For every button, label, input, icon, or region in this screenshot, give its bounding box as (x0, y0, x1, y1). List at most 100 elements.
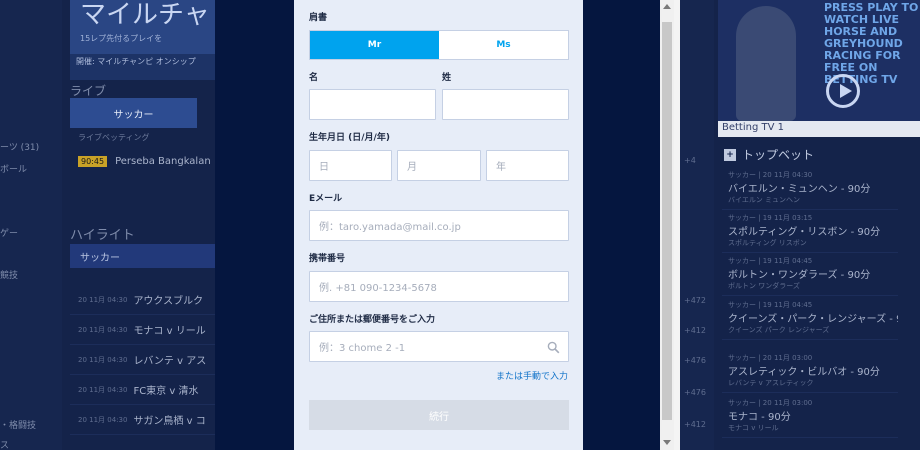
address-placeholder: 例：3 chome 2 -1 (319, 343, 406, 354)
match-row[interactable]: 20 11月 04:30 レバンテ v アス (70, 345, 215, 375)
odds-value[interactable]: +476 (684, 356, 706, 365)
title-option-mr[interactable]: Mr (310, 31, 439, 59)
match-time: 20 11月 04:30 (78, 355, 128, 364)
nav-item[interactable]: 競技 (0, 268, 18, 281)
scrollbar-thumb[interactable] (662, 22, 672, 420)
dob-month-field[interactable]: 月 (397, 150, 481, 181)
left-sports-nav: ーツ (31) ボール ゲー 競技 ・格闘技 ス (0, 0, 62, 450)
top-bets-label: トップベット (742, 148, 815, 162)
top-bet-name: クイーンズ・パーク・レンジャーズ - 90分 (728, 314, 898, 325)
match-name: サガン鳥栖 v コ (133, 416, 206, 427)
email-field[interactable]: 例：taro.yamada@mail.co.jp (309, 210, 569, 241)
email-label: Eメール (309, 194, 343, 204)
top-bet-meta: サッカー | 19 11月 04:45 (728, 301, 813, 309)
top-bet-item[interactable]: サッカー | 20 11月 03:00 モナコ - 90分 モナコ v リール (722, 398, 898, 438)
nav-item[interactable]: ーツ (31) (0, 140, 39, 153)
continue-button[interactable]: 続行 (309, 400, 569, 430)
scroll-down-arrow-icon[interactable] (663, 440, 671, 445)
top-bet-sub: バイエルン ミュンヘン (728, 196, 801, 204)
match-time-badge: 90:45 (78, 155, 108, 167)
odds-value[interactable]: +472 (684, 296, 706, 305)
soccer-section-bar[interactable]: サッカー (70, 244, 215, 268)
nav-item[interactable]: ゲー (0, 226, 18, 239)
top-bet-name: バイエルン・ミュンヘン - 90分 (728, 184, 871, 195)
top-bet-name: スポルティング・リスボン - 90分 (728, 227, 881, 238)
top-bet-item[interactable]: サッカー | 20 11月 03:00 アスレティック・ビルバオ - 90分 レ… (722, 353, 898, 393)
hero-subtitle: 15レプ先付るプレイを (80, 34, 163, 43)
match-time: 20 11月 04:30 (78, 415, 128, 424)
odds-value[interactable]: +412 (684, 420, 706, 429)
top-bet-meta: サッカー | 20 11月 03:00 (728, 399, 813, 407)
address-search-field[interactable]: 例：3 chome 2 -1 (309, 331, 569, 362)
search-icon[interactable] (547, 341, 560, 354)
title-option-ms[interactable]: Ms (439, 31, 568, 59)
top-bet-item[interactable]: サッカー | 20 11月 04:30 バイエルン・ミュンヘン - 90分 バイ… (722, 170, 898, 210)
top-bet-sub: スポルティング リスボン (728, 239, 807, 247)
last-name-field[interactable] (442, 89, 569, 120)
match-name: モナコ v リール (133, 326, 206, 337)
betting-tv-select[interactable]: Betting TV 1 (718, 121, 920, 137)
first-name-field[interactable] (309, 89, 436, 120)
play-icon[interactable] (826, 74, 860, 108)
address-label: ご住所または郵便番号をご入力 (309, 315, 436, 325)
match-time: 20 11月 04:30 (78, 295, 128, 304)
top-bet-meta: サッカー | 20 11月 03:00 (728, 354, 813, 362)
match-time: 20 11月 04:30 (78, 325, 128, 334)
last-name-label: 姓 (442, 73, 452, 83)
match-time: 20 11月 04:30 (78, 385, 128, 394)
tab-soccer[interactable]: サッカー (70, 98, 197, 128)
dob-year-field[interactable]: 年 (486, 150, 569, 181)
odds-value[interactable]: +412 (684, 326, 706, 335)
top-bet-item[interactable]: サッカー | 19 11月 04:45 ボルトン・ワンダラーズ - 90分 ボル… (722, 256, 898, 296)
scroll-up-arrow-icon[interactable] (663, 4, 671, 9)
betting-tv-banner[interactable]: PRESS PLAY TO WATCH LIVE HORSE AND GREYH… (718, 0, 920, 121)
match-name: Perseba Bangkalan (115, 155, 211, 167)
top-bets-title: + トップベット (724, 146, 814, 163)
plus-icon: + (724, 148, 736, 161)
top-bet-sub: モナコ v リール (728, 424, 779, 432)
first-name-label: 名 (309, 73, 319, 83)
top-bet-name: モナコ - 90分 (728, 412, 791, 423)
odds-value[interactable]: +4 (684, 156, 696, 165)
top-bet-meta: サッカー | 19 11月 03:15 (728, 214, 813, 222)
manual-entry-link[interactable]: または手動で入力 (496, 369, 568, 382)
title-label: 肩書 (309, 13, 328, 23)
phone-label: 携帯番号 (309, 254, 346, 264)
title-toggle: Mr Ms (309, 30, 569, 60)
top-bet-meta: サッカー | 20 11月 04:30 (728, 171, 813, 179)
live-match-row[interactable]: 90:45 Perseba Bangkalan (78, 153, 211, 169)
top-bet-name: アスレティック・ビルバオ - 90分 (728, 367, 880, 378)
hero-banner[interactable]: マイルチャ 15レプ先付るプレイを (70, 0, 215, 58)
top-bet-meta: サッカー | 19 11月 04:45 (728, 257, 813, 265)
nav-item[interactable]: ・格闘技 (0, 418, 36, 431)
highlights-title: ハイライト (70, 228, 135, 243)
dob-day-field[interactable]: 日 (309, 150, 392, 181)
top-bet-sub: クイーンズ パーク レンジャーズ (728, 326, 830, 334)
match-row[interactable]: 20 11月 04:30 FC東京 v 清水 (70, 375, 215, 405)
presenter-image (736, 6, 796, 121)
top-bet-item[interactable]: サッカー | 19 11月 03:15 スポルティング・リスボン - 90分 ス… (722, 213, 898, 253)
page-gutter (674, 0, 680, 450)
modal-backdrop-left[interactable] (215, 0, 294, 450)
top-bet-item[interactable]: サッカー | 19 11月 04:45 クイーンズ・パーク・レンジャーズ - 9… (722, 300, 898, 340)
registration-form: 肩書 Mr Ms 名 姓 生年月日 (日/月/年) 日 月 年 Eメール 例：t… (294, 0, 583, 450)
modal-scrollbar[interactable] (660, 0, 674, 450)
top-bet-sub: ボルトン ワンダラーズ (728, 282, 800, 290)
match-row[interactable]: 20 11月 04:30 モナコ v リール (70, 315, 215, 345)
hero-title: マイルチャ (80, 0, 210, 30)
phone-field[interactable]: 例. +81 090-1234-5678 (309, 271, 569, 302)
top-bet-name: ボルトン・ワンダラーズ - 90分 (728, 270, 871, 281)
live-section-title: ライブ (70, 84, 107, 98)
top-bet-sub: レバンテ v アスレティック (728, 379, 814, 387)
dob-label: 生年月日 (日/月/年) (309, 133, 390, 143)
live-betting-label: ライブベッティング (78, 133, 150, 142)
nav-item[interactable]: ボール (0, 162, 27, 175)
match-name: FC東京 v 清水 (133, 386, 199, 397)
match-name: アウクスブルク (133, 296, 204, 307)
nav-item[interactable]: ス (0, 438, 9, 450)
odds-value[interactable]: +476 (684, 388, 706, 397)
match-row[interactable]: 20 11月 04:30 サガン鳥栖 v コ (70, 405, 215, 435)
modal-backdrop-right[interactable] (583, 0, 660, 450)
match-row[interactable]: 20 11月 04:30 アウクスブルク (70, 285, 215, 315)
tournament-label: 開催: マイルチャンピ オンシップ (70, 54, 215, 80)
